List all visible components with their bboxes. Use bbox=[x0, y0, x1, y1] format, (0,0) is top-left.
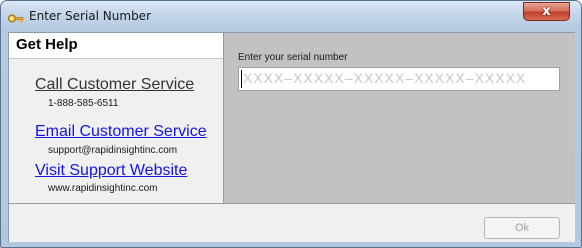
phone-number: 1-888-585-6511 bbox=[48, 98, 119, 109]
close-icon: x bbox=[542, 4, 551, 19]
text-cursor bbox=[241, 70, 242, 88]
close-button[interactable]: x bbox=[523, 2, 570, 21]
ok-button[interactable]: Ok bbox=[484, 217, 560, 239]
title-bar[interactable]: Enter Serial Number x bbox=[1, 1, 581, 31]
serial-label: Enter your serial number bbox=[238, 52, 348, 63]
dialog-client-area: Get Help Call Customer Service 1-888-585… bbox=[8, 32, 575, 242]
call-customer-service-link[interactable]: Call Customer Service bbox=[35, 76, 194, 94]
button-bar: Ok bbox=[9, 204, 575, 242]
support-website-url: www.rapidinsightinc.com bbox=[48, 183, 158, 194]
email-customer-service-link[interactable]: Email Customer Service bbox=[35, 123, 207, 141]
serial-entry-panel: Enter your serial number XXXX–XXXXX–XXXX… bbox=[224, 33, 575, 203]
key-icon bbox=[8, 10, 24, 23]
serial-number-input[interactable]: XXXX–XXXXX–XXXXX–XXXXX–XXXXX bbox=[238, 67, 560, 91]
help-panel: Get Help Call Customer Service 1-888-585… bbox=[9, 33, 223, 203]
help-title: Get Help bbox=[16, 36, 78, 53]
help-header: Get Help bbox=[9, 33, 223, 59]
visit-support-website-link[interactable]: Visit Support Website bbox=[35, 162, 187, 180]
serial-dialog-window: Enter Serial Number x Get Help Call Cust… bbox=[0, 0, 582, 248]
window-title: Enter Serial Number bbox=[29, 9, 151, 23]
support-email: support@rapidinsightinc.com bbox=[48, 145, 178, 156]
